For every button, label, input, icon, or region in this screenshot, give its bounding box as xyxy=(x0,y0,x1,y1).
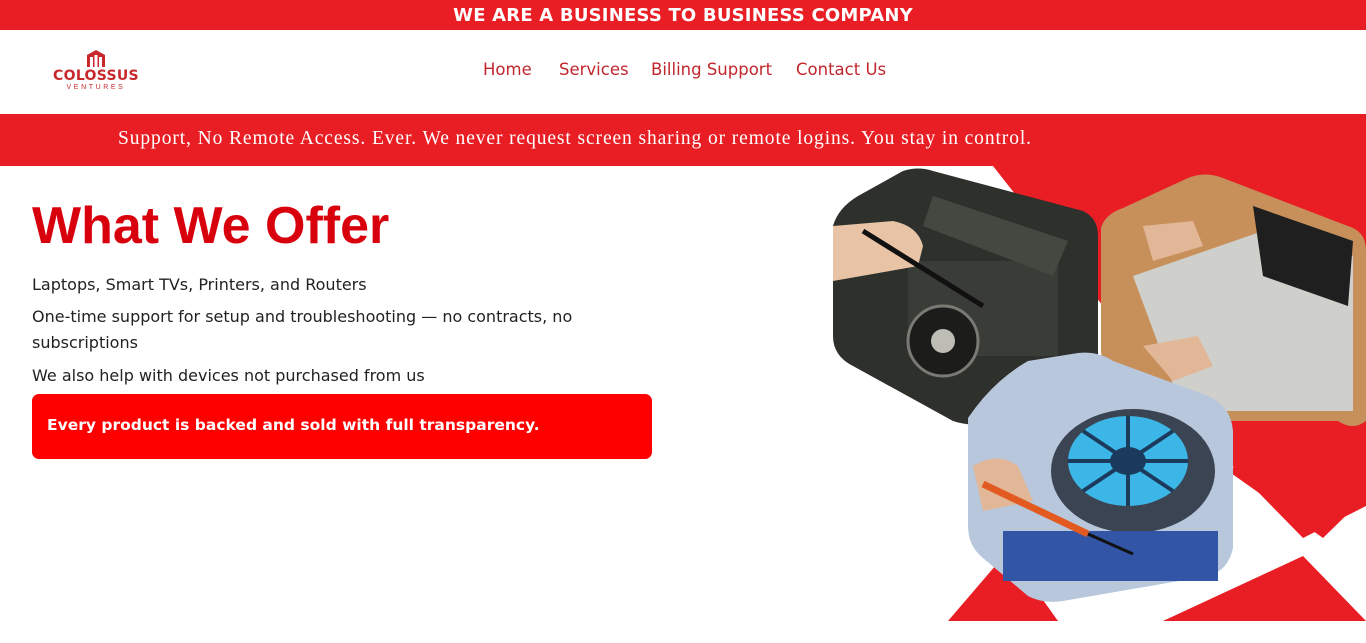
offer-line-support: One-time support for setup and troublesh… xyxy=(32,307,573,352)
offer-line-devices: Laptops, Smart TVs, Printers, and Router… xyxy=(32,275,367,294)
page-title: What We Offer xyxy=(32,197,390,255)
scrolling-ticker: Support, No Remote Access. Ever. We neve… xyxy=(0,114,1366,166)
nav-billing-support[interactable]: Billing Support xyxy=(651,60,772,79)
offer-section: What We Offer Laptops, Smart TVs, Printe… xyxy=(0,166,1366,643)
top-banner: WE ARE A BUSINESS TO BUSINESS COMPANY xyxy=(0,0,1366,30)
nav-services[interactable]: Services xyxy=(559,60,629,79)
offer-line-other-devices: We also help with devices not purchased … xyxy=(32,366,425,385)
site-header: COLOSSUS VENTURES Home Services Billing … xyxy=(0,30,1366,114)
logo-name: COLOSSUS xyxy=(53,68,139,84)
repair-collage-image xyxy=(833,166,1366,621)
logo-subtitle: VENTURES xyxy=(66,84,126,91)
site-logo[interactable]: COLOSSUS VENTURES xyxy=(50,48,142,98)
nav-contact-us[interactable]: Contact Us xyxy=(796,60,886,79)
logo-mark-icon xyxy=(87,50,105,67)
nav-home[interactable]: Home xyxy=(483,60,532,79)
top-banner-text: WE ARE A BUSINESS TO BUSINESS COMPANY xyxy=(453,5,913,26)
transparency-notice: Every product is backed and sold with fu… xyxy=(32,394,652,459)
ticker-text: Support, No Remote Access. Ever. We neve… xyxy=(118,128,1032,149)
